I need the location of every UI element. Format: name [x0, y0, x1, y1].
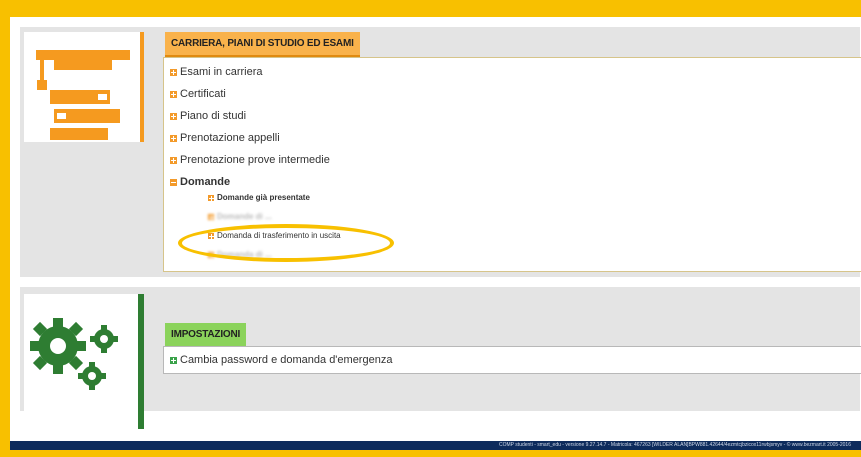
expand-square-icon — [170, 68, 177, 76]
gears-icon — [30, 318, 118, 390]
menu-item-label: Prenotazione appelli — [180, 132, 280, 144]
expand-square-icon — [170, 156, 177, 164]
menu-item-certificati[interactable]: Certificati — [170, 88, 226, 100]
expand-square-icon — [170, 112, 177, 120]
menu-item-prenotazione-prove-intermedie[interactable]: Prenotazione prove intermedie — [170, 154, 330, 166]
menu-item-label: Domande — [180, 176, 231, 188]
career-icon-box — [24, 32, 144, 142]
expand-square-icon — [170, 90, 177, 98]
submenu-item-label: Domande di ... — [217, 212, 272, 221]
settings-icon-box — [24, 294, 144, 429]
footer-bar: COMP studenti - smart_edu - versione 9.2… — [10, 441, 861, 450]
highlight-ellipse — [178, 224, 394, 262]
expand-square-icon — [208, 194, 214, 201]
submenu-item-domande-gia-presentate[interactable]: Domande già presentate — [208, 193, 310, 202]
menu-item-label: Cambia password e domanda d'emergenza — [180, 354, 393, 366]
menu-item-esami-in-carriera[interactable]: Esami in carriera — [170, 66, 263, 78]
settings-section-title: IMPOSTAZIONI — [165, 323, 247, 348]
submenu-item-domande[interactable]: Domande di ... — [208, 212, 272, 221]
menu-item-piano-di-studi[interactable]: Piano di studi — [170, 110, 246, 122]
collapse-square-icon — [170, 178, 177, 186]
menu-item-prenotazione-appelli[interactable]: Prenotazione appelli — [170, 132, 280, 144]
menu-item-domande[interactable]: Domande — [170, 176, 230, 188]
expand-square-icon — [208, 213, 214, 220]
menu-item-label: Prenotazione prove intermedie — [180, 154, 330, 166]
menu-item-cambia-password[interactable]: Cambia password e domanda d'emergenza — [170, 354, 392, 366]
submenu-item-label: Domande già presentate — [217, 193, 310, 202]
page-frame: CARRIERA, PIANI DI STUDIO ED ESAMI Esami… — [10, 17, 861, 450]
career-section-title: CARRIERA, PIANI DI STUDIO ED ESAMI — [165, 32, 360, 57]
expand-square-icon — [170, 134, 177, 142]
menu-item-label: Certificati — [180, 88, 226, 100]
menu-item-label: Piano di studi — [180, 110, 247, 122]
expand-square-icon — [170, 356, 177, 364]
menu-item-label: Esami in carriera — [180, 66, 263, 78]
graduation-books-icon — [36, 50, 130, 140]
